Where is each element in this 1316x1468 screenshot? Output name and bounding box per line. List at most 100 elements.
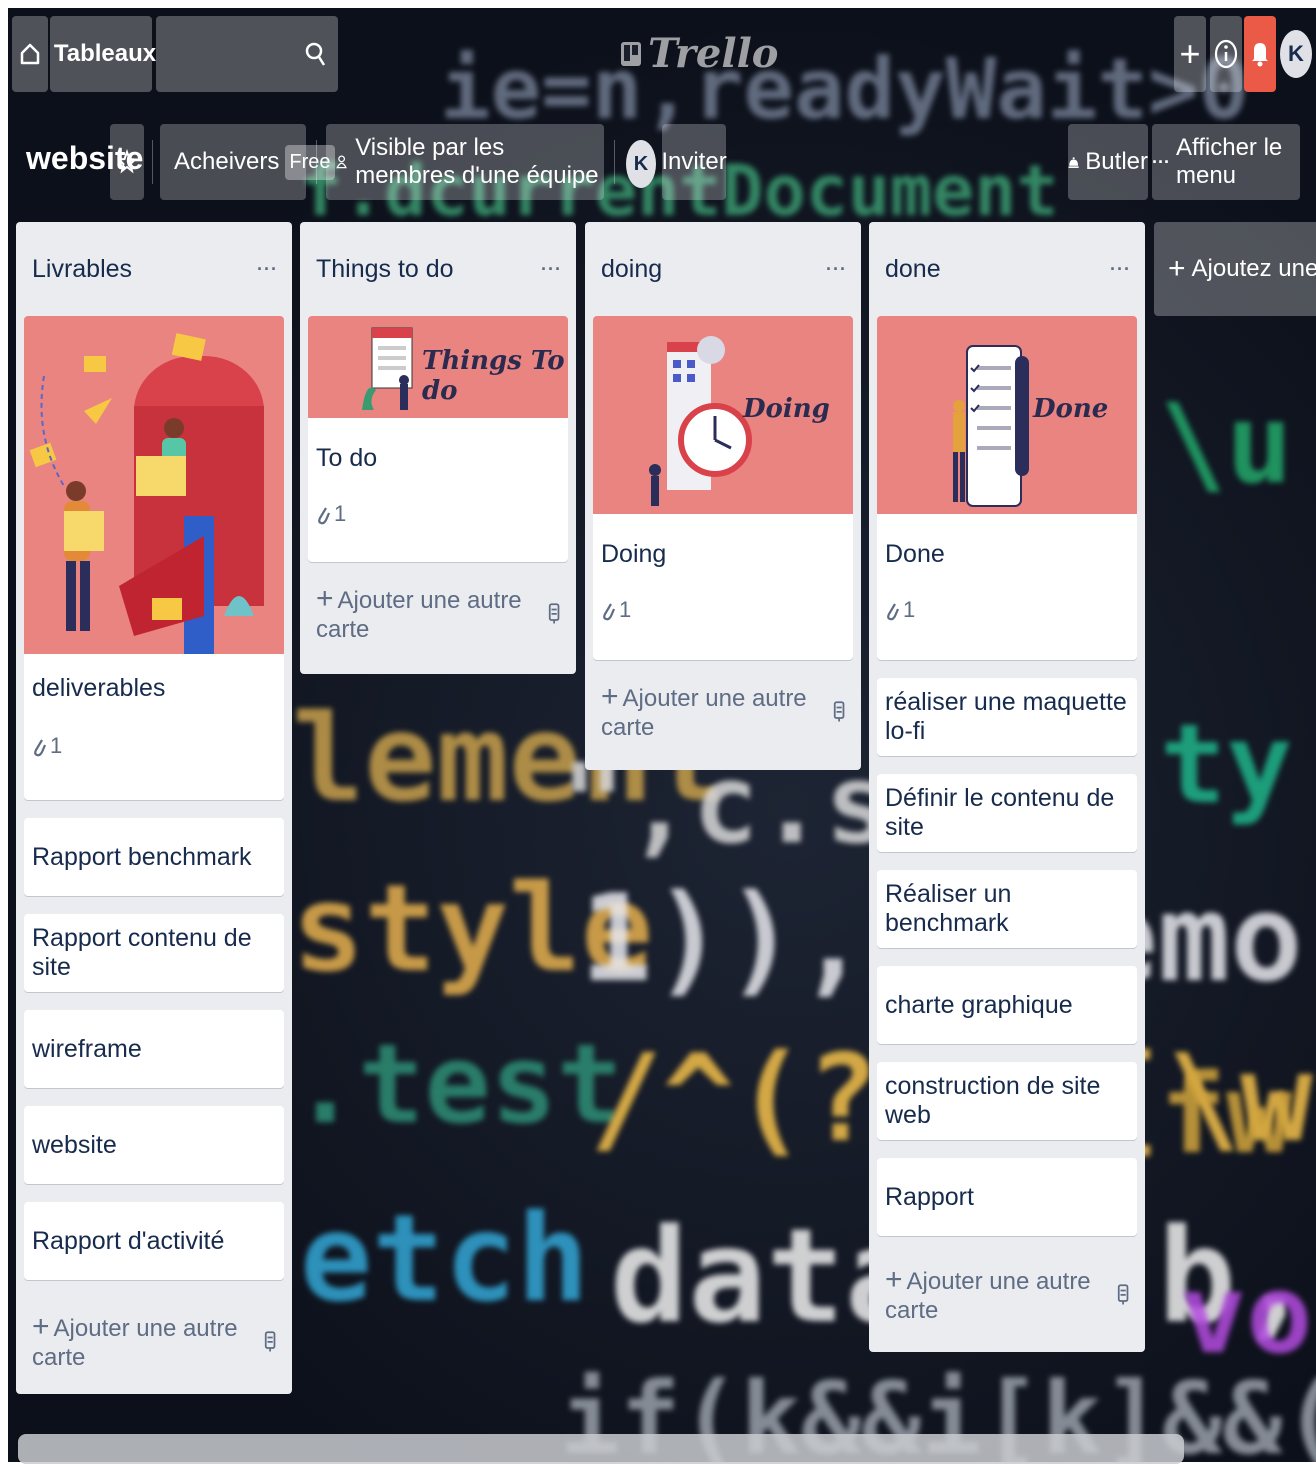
card[interactable]: Réaliser un benchmark [877, 870, 1137, 948]
plus-icon: + [1179, 33, 1201, 74]
mailbox-illustration [29, 333, 264, 654]
card-cover-image [24, 316, 284, 654]
butler-button[interactable]: Butler [1068, 124, 1148, 200]
add-card-button[interactable]: + Ajouter une autre carte [877, 1254, 1137, 1334]
bg-code-line: \u [1160, 380, 1293, 508]
template-icon[interactable] [1117, 1281, 1129, 1307]
list-header: doing ··· [593, 222, 853, 316]
list-menu-icon[interactable]: ··· [1110, 259, 1131, 280]
home-button[interactable] [12, 16, 48, 92]
add-card-label: Ajouter une autre carte [316, 587, 522, 643]
done-illustration [953, 345, 1029, 507]
list-header: done ··· [877, 222, 1137, 316]
card[interactable]: réaliser une maquette lo-fi [877, 678, 1137, 756]
bell-icon [1252, 43, 1268, 67]
horizontal-scrollbar[interactable] [18, 1434, 1184, 1464]
card[interactable]: Rapport d'activité [24, 1202, 284, 1280]
search-input[interactable] [156, 16, 338, 92]
user-avatar[interactable]: K [1280, 30, 1312, 78]
attachment-badge: 1 [601, 597, 845, 623]
attachment-badge: 1 [32, 733, 276, 759]
plus-icon: + [885, 1263, 903, 1296]
card-with-cover[interactable]: Doing Doing 1 [593, 316, 853, 660]
more-icon: ··· [1152, 151, 1170, 172]
add-card-button[interactable]: + Ajouter une autre carte [593, 668, 853, 754]
list-things-to-do[interactable]: Things to do ··· Things To do To do 1 + A… [300, 222, 576, 674]
doing-illustration [649, 336, 752, 506]
plus-icon: + [316, 582, 334, 615]
add-card-label: Ajouter une autre carte [601, 685, 807, 741]
card-title: wireframe [32, 1034, 142, 1063]
member-avatar[interactable]: K [626, 140, 656, 188]
boards-button[interactable]: Tableaux [50, 16, 156, 92]
card[interactable]: construction de site web [877, 1062, 1137, 1140]
notifications-button[interactable] [1244, 16, 1276, 92]
list-title[interactable]: Livrables [32, 255, 132, 284]
create-button[interactable]: + [1174, 16, 1206, 92]
template-icon[interactable] [264, 1328, 276, 1354]
plus-icon: + [32, 1310, 50, 1343]
paperclip-icon [34, 739, 46, 757]
team-name: Acheivers [174, 148, 280, 175]
list-menu-icon[interactable]: ··· [826, 259, 847, 280]
card-with-cover[interactable]: Things To do To do 1 [308, 316, 568, 562]
card-title: Réaliser un benchmark [885, 880, 1012, 937]
card-title: website [32, 1130, 117, 1159]
card-title: construction de site web [885, 1072, 1101, 1129]
card[interactable]: wireframe [24, 1010, 284, 1088]
card-title: Définir le contenu de site [885, 784, 1115, 841]
star-icon [118, 149, 136, 174]
card-title: Rapport d'activité [32, 1226, 225, 1255]
list-done[interactable]: done ··· Done Done 1 réaliser une maquet… [869, 222, 1145, 1352]
home-icon [20, 43, 40, 65]
bg-code-line: etch [300, 1190, 589, 1329]
list-title[interactable]: done [885, 255, 941, 284]
list-menu-icon[interactable]: ··· [541, 259, 562, 280]
card-title: Doing [601, 540, 667, 568]
card[interactable]: website [24, 1106, 284, 1184]
bg-code-line: ty [1160, 700, 1293, 828]
star-button[interactable] [110, 124, 144, 200]
card[interactable]: Définir le contenu de site [877, 774, 1137, 852]
logo-text: Trello [648, 30, 779, 77]
add-card-button[interactable]: + Ajouter une autre carte [24, 1298, 284, 1384]
menu-label: Afficher le menu [1175, 134, 1283, 189]
card[interactable]: charte graphique [877, 966, 1137, 1044]
invite-button[interactable]: Inviter [661, 124, 727, 200]
paperclip-icon [318, 507, 330, 525]
card-with-cover[interactable]: deliverables 1 [24, 316, 284, 800]
card-with-cover[interactable]: Done Done 1 [877, 316, 1137, 660]
attachment-badge: 1 [316, 501, 560, 527]
info-button[interactable] [1210, 16, 1242, 92]
todo-illustration [362, 327, 413, 410]
visibility-button[interactable]: Visible par les membres d'une équipe [326, 124, 604, 200]
card[interactable]: Rapport [877, 1158, 1137, 1236]
card-title: To do [316, 444, 378, 472]
divider [614, 140, 615, 184]
visibility-icon [336, 155, 347, 169]
invite-label: Inviter [661, 148, 727, 175]
list-title[interactable]: doing [601, 255, 662, 284]
template-icon[interactable] [548, 600, 560, 626]
add-list-label: Ajoutez une autre l [1191, 255, 1316, 282]
info-icon [1214, 39, 1238, 69]
show-menu-button[interactable]: ··· Afficher le menu [1152, 124, 1300, 200]
list-title[interactable]: Things to do [316, 255, 454, 284]
bg-code-line: vo [1180, 1250, 1313, 1378]
list-menu-icon[interactable]: ··· [257, 259, 278, 280]
add-card-button[interactable]: + Ajouter une autre carte [308, 570, 568, 656]
list-doing[interactable]: doing ··· Doing Doing 1 + Ajouter une au… [585, 222, 861, 770]
card[interactable]: Rapport benchmark [24, 818, 284, 896]
add-card-label: Ajouter une autre carte [885, 1268, 1091, 1324]
trello-logo-icon [621, 41, 641, 66]
add-list-button[interactable]: + Ajoutez une autre l [1154, 222, 1316, 316]
card-title: Rapport contenu de site [32, 924, 252, 981]
list-livrables[interactable]: Livrables ··· deliverables 1 Rapport ben… [16, 222, 292, 1394]
boards-label: Tableaux [53, 40, 157, 67]
card-title: réaliser une maquette lo-fi [885, 688, 1127, 745]
team-button[interactable]: Acheivers Free [160, 124, 335, 200]
board-header: website Acheivers Free Visible par les m… [8, 122, 1316, 202]
trello-logo[interactable]: Trello [620, 30, 778, 77]
template-icon[interactable] [833, 698, 845, 724]
card[interactable]: Rapport contenu de site [24, 914, 284, 992]
